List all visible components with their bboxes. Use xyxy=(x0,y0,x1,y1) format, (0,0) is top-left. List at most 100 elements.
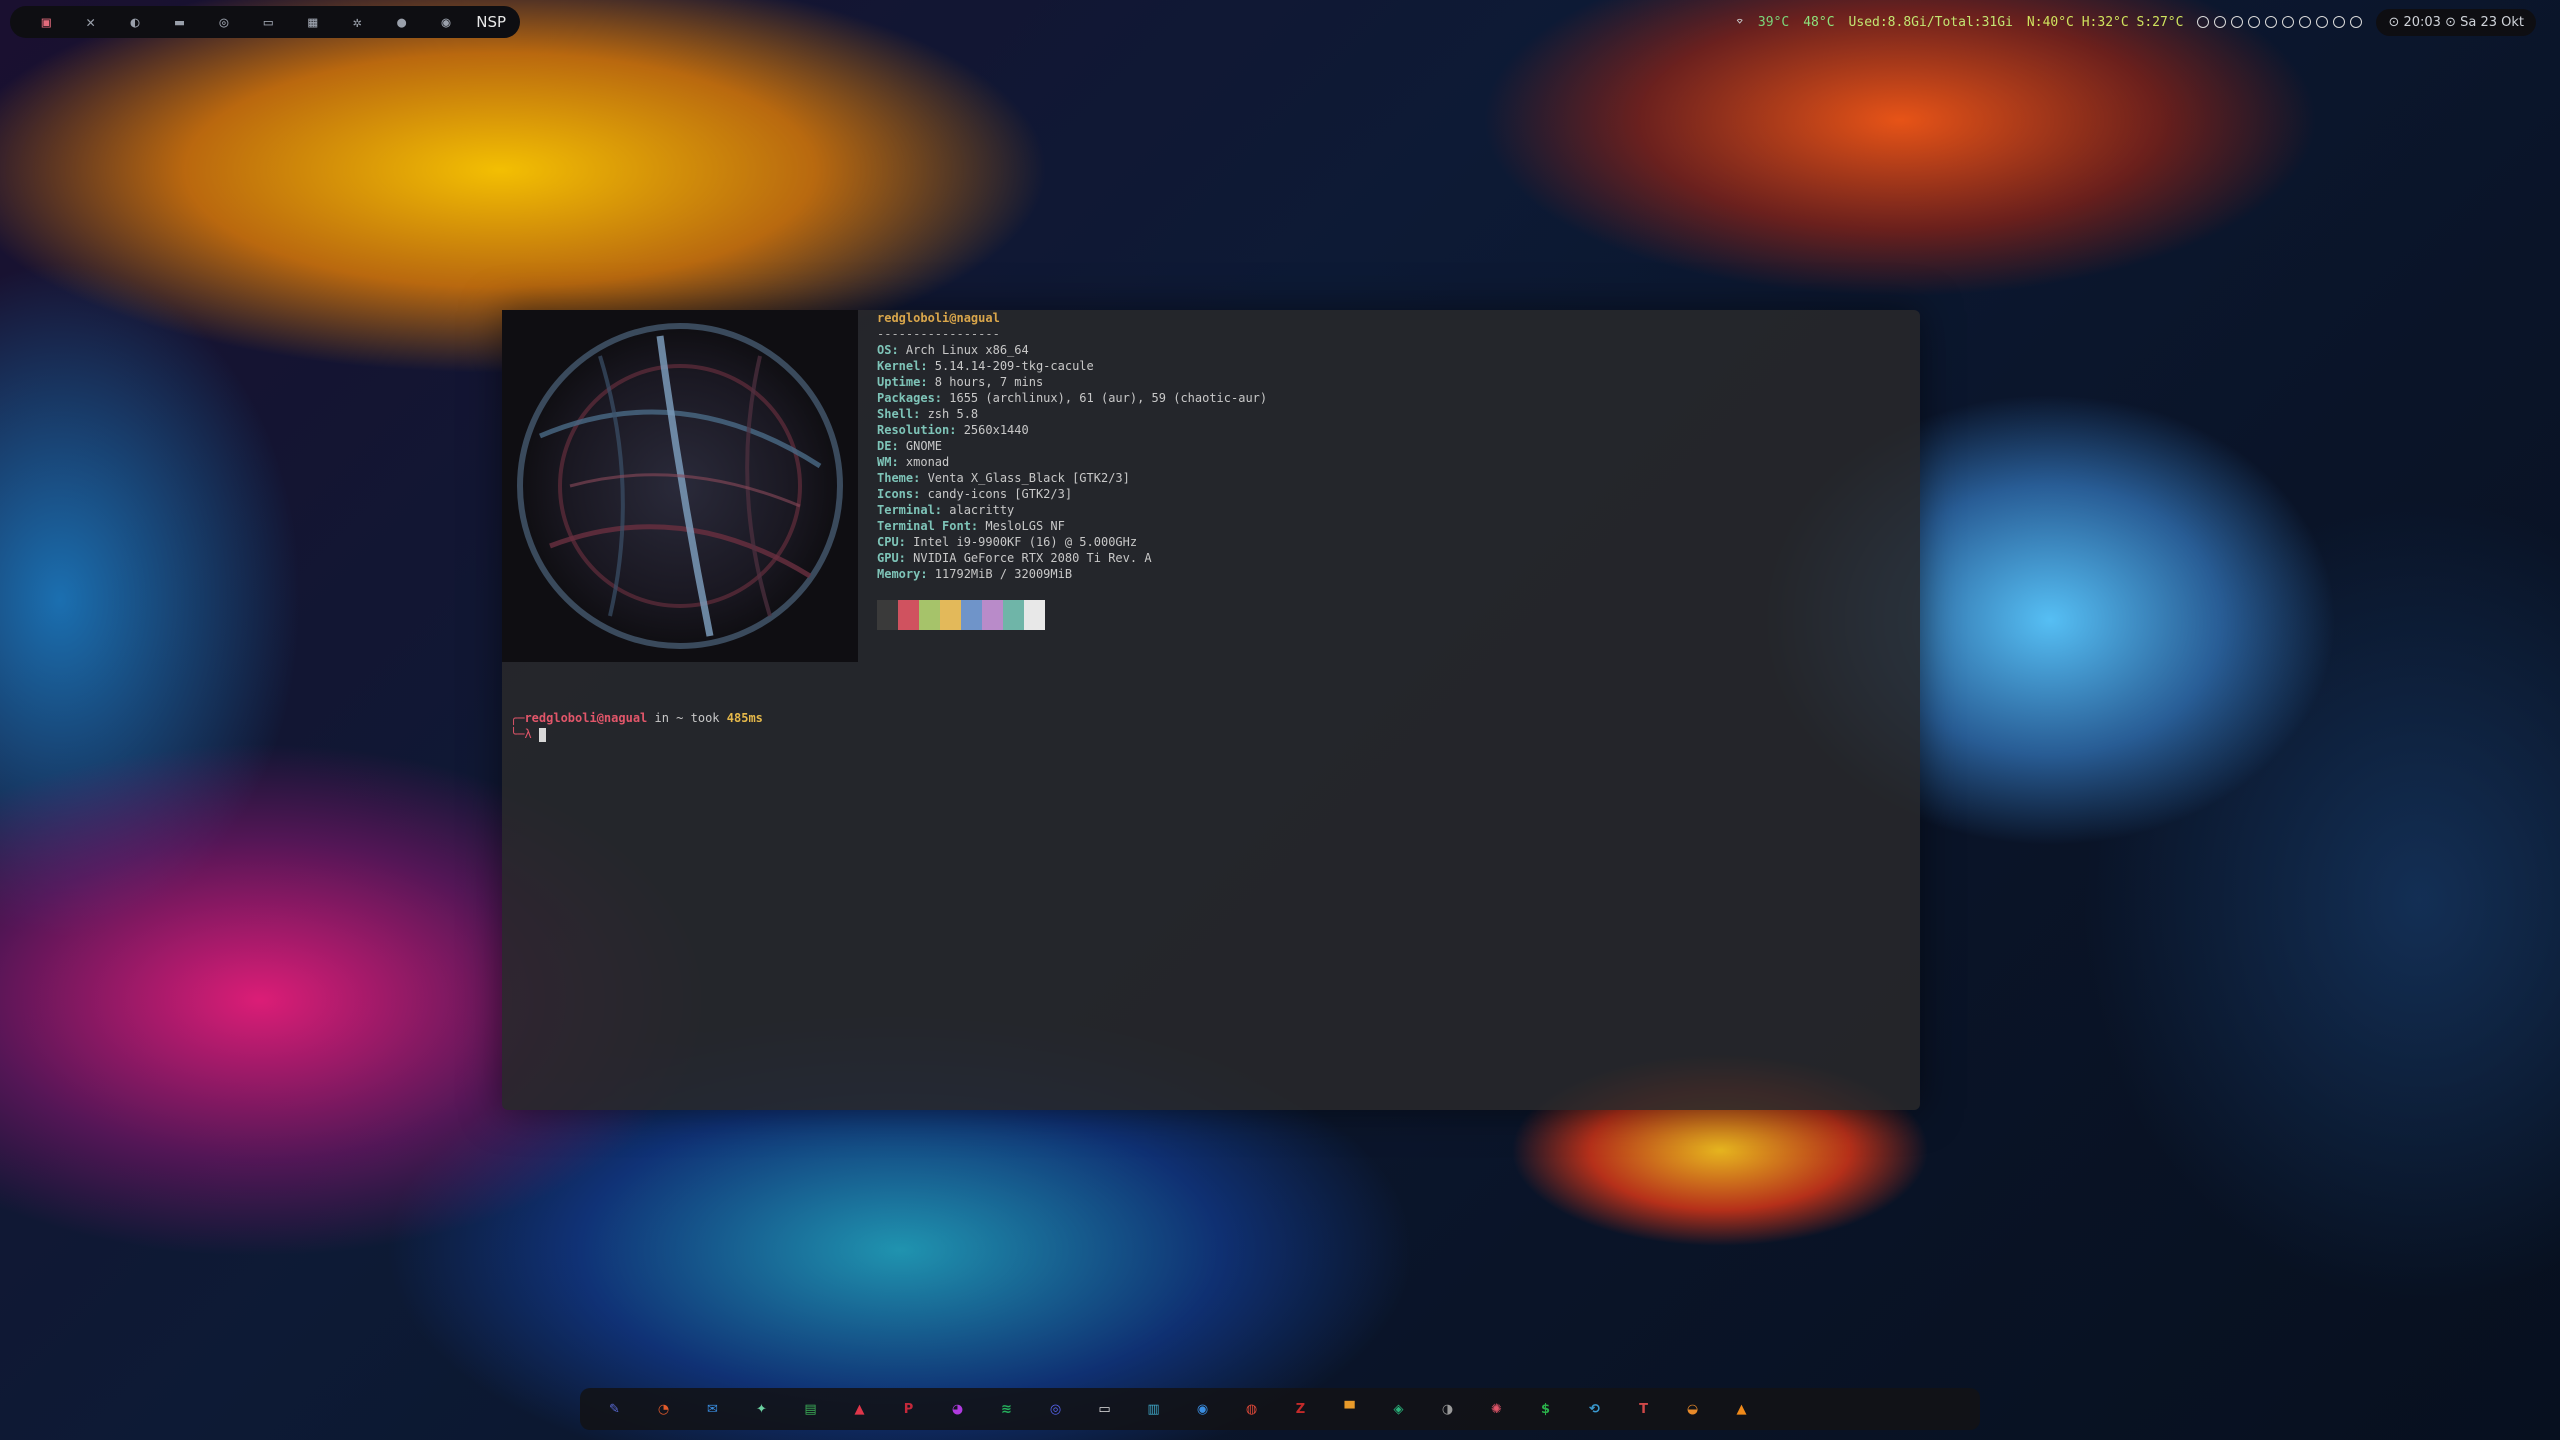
editor-icon: ✎ xyxy=(609,1401,620,1417)
dollar-icon: $ xyxy=(1540,1401,1551,1417)
tray-app-icon[interactable] xyxy=(2299,16,2312,28)
color-palette xyxy=(877,600,1045,630)
arch-icon: ▲ xyxy=(854,1401,865,1417)
neofetch-logo-image xyxy=(502,310,858,662)
info-value: 11792MiB / 32009MiB xyxy=(934,567,1073,581)
dock-item[interactable]: ▲ xyxy=(1717,1388,1766,1430)
text-cursor[interactable] xyxy=(538,727,546,742)
sensor-temps: N:40°C H:32°C S:27°C xyxy=(2026,14,2184,30)
wifi-icon[interactable]: ⌔ xyxy=(1735,14,1743,30)
vlc-icon: ▲ xyxy=(1736,1401,1747,1417)
info-row: Resolution: 2560x1440 xyxy=(877,422,1267,438)
info-value: Venta X_Glass_Black [GTK2/3] xyxy=(927,471,1130,485)
gamepad-icon[interactable]: ◎ xyxy=(202,6,246,38)
tray-app-icon[interactable] xyxy=(2231,16,2244,28)
palette-swatch xyxy=(961,600,982,630)
info-key: Theme: xyxy=(877,471,928,485)
dock-item[interactable]: ✦ xyxy=(737,1388,786,1430)
info-key: Uptime: xyxy=(877,375,935,389)
info-row: Uptime: 8 hours, 7 mins xyxy=(877,374,1267,390)
prompt-user-host: redgloboli@nagual xyxy=(524,711,648,725)
bug-icon[interactable]: ✲ xyxy=(335,6,379,38)
info-key: Kernel: xyxy=(877,359,935,373)
dock-item[interactable]: ◈ xyxy=(1374,1388,1423,1430)
chromium-icon: ◉ xyxy=(1196,1401,1209,1417)
app-dock: ✎ ◔ ✉ ✦ ▤ ▲ P ◕ ≋ ◎ ▭ ▥ ◉ ◍ Z ▀ ◈ ◑ ✺ $ ⟲ T ◒ ▲ xyxy=(580,1388,1980,1430)
info-value: GNOME xyxy=(905,439,943,453)
info-row: Shell: zsh 5.8 xyxy=(877,406,1267,422)
dock-item[interactable]: ◒ xyxy=(1668,1388,1717,1430)
dock-item[interactable]: ◕ xyxy=(933,1388,982,1430)
dock-item[interactable]: ▭ xyxy=(1080,1388,1129,1430)
tray-app-icon[interactable] xyxy=(2282,16,2295,28)
info-key: DE: xyxy=(877,439,906,453)
chat-icon[interactable]: ▭ xyxy=(246,6,290,38)
chrome-icon: ◍ xyxy=(1245,1401,1258,1417)
tray-app-icon[interactable] xyxy=(2350,16,2363,28)
info-value: 8 hours, 7 mins xyxy=(934,375,1044,389)
dock-item[interactable]: ◍ xyxy=(1227,1388,1276,1430)
paint-icon: ▀ xyxy=(1344,1401,1355,1417)
folder-icon[interactable]: ▬ xyxy=(157,6,201,38)
info-value: Intel i9-9900KF (16) @ 5.000GHz xyxy=(913,535,1138,549)
info-value: 5.14.14-209-tkg-cacule xyxy=(934,359,1094,373)
mail-icon: ✉ xyxy=(707,1401,718,1417)
clock[interactable]: ⊙ 20:03 ⊙ Sa 23 Okt xyxy=(2376,8,2536,36)
palette-swatch xyxy=(919,600,940,630)
grid-icon[interactable]: ▦ xyxy=(291,6,335,38)
dock-item[interactable]: ✎ xyxy=(590,1388,639,1430)
info-key: WM: xyxy=(877,455,906,469)
shield-icon: ◈ xyxy=(1393,1401,1404,1417)
dock-item[interactable]: $ xyxy=(1521,1388,1570,1430)
dock-item[interactable]: T xyxy=(1619,1388,1668,1430)
circle-icon[interactable]: ● xyxy=(379,6,423,38)
files-icon: ▭ xyxy=(1098,1401,1111,1417)
terminal-window[interactable]: redgloboli@nagual ----------------- OS: … xyxy=(502,310,1920,1110)
dock-item[interactable]: Z xyxy=(1276,1388,1325,1430)
info-row: CPU: Intel i9-9900KF (16) @ 5.000GHz xyxy=(877,534,1267,550)
info-value: alacritty xyxy=(949,503,1015,517)
spotify-icon[interactable]: ◉ xyxy=(424,6,468,38)
dock-item[interactable]: ✉ xyxy=(688,1388,737,1430)
dock-item[interactable]: ✺ xyxy=(1472,1388,1521,1430)
dock-item[interactable]: ≋ xyxy=(982,1388,1031,1430)
close-icon[interactable]: ✕ xyxy=(68,6,112,38)
dock-item[interactable]: ⟲ xyxy=(1570,1388,1619,1430)
dock-item[interactable]: ◎ xyxy=(1031,1388,1080,1430)
info-key: Shell: xyxy=(877,407,928,421)
dock-item[interactable]: ▥ xyxy=(1129,1388,1178,1430)
moon-icon[interactable]: ◐ xyxy=(113,6,157,38)
dock-item[interactable]: ▀ xyxy=(1325,1388,1374,1430)
info-value: candy-icons [GTK2/3] xyxy=(927,487,1073,501)
info-row: OS: Arch Linux x86_64 xyxy=(877,342,1267,358)
palette-icon: ✺ xyxy=(1491,1401,1502,1417)
info-separator: ----------------- xyxy=(877,327,1000,341)
palette-swatch xyxy=(982,600,1003,630)
tray-app-icon[interactable] xyxy=(2316,16,2329,28)
spotify-icon: ≋ xyxy=(1001,1401,1012,1417)
info-key: Terminal Font: xyxy=(877,519,986,533)
square-icon[interactable]: ▣ xyxy=(24,6,68,38)
tray-app-icon[interactable] xyxy=(2333,16,2346,28)
dock-item[interactable]: ▤ xyxy=(786,1388,835,1430)
dock-item[interactable]: P xyxy=(884,1388,933,1430)
tray-app-icon[interactable] xyxy=(2248,16,2261,28)
firefox-icon: ◕ xyxy=(951,1401,964,1417)
scratchpad-label[interactable]: NSP xyxy=(476,13,506,31)
discord-icon: ◎ xyxy=(1049,1401,1062,1417)
tray-app-icon[interactable] xyxy=(2197,16,2210,28)
dock-item[interactable]: ▲ xyxy=(835,1388,884,1430)
palette-swatch xyxy=(898,600,919,630)
info-row: Icons: candy-icons [GTK2/3] xyxy=(877,486,1267,502)
dock-item[interactable]: ◔ xyxy=(639,1388,688,1430)
tray-app-icon[interactable] xyxy=(2214,16,2227,28)
arch-logo-art xyxy=(517,323,843,649)
dock-item[interactable]: ◉ xyxy=(1178,1388,1227,1430)
dock-item[interactable]: ◑ xyxy=(1423,1388,1472,1430)
info-value: Arch Linux x86_64 xyxy=(905,343,1029,357)
info-value: NVIDIA GeForce RTX 2080 Ti Rev. A xyxy=(913,551,1152,565)
tray-app-icon[interactable] xyxy=(2265,16,2278,28)
info-key: Resolution: xyxy=(877,423,964,437)
notes-icon: ▥ xyxy=(1147,1401,1160,1417)
status-area: ⌔ 39°C 48°C Used:8.8Gi/Total:31Gi N:40°C… xyxy=(1735,8,2536,36)
